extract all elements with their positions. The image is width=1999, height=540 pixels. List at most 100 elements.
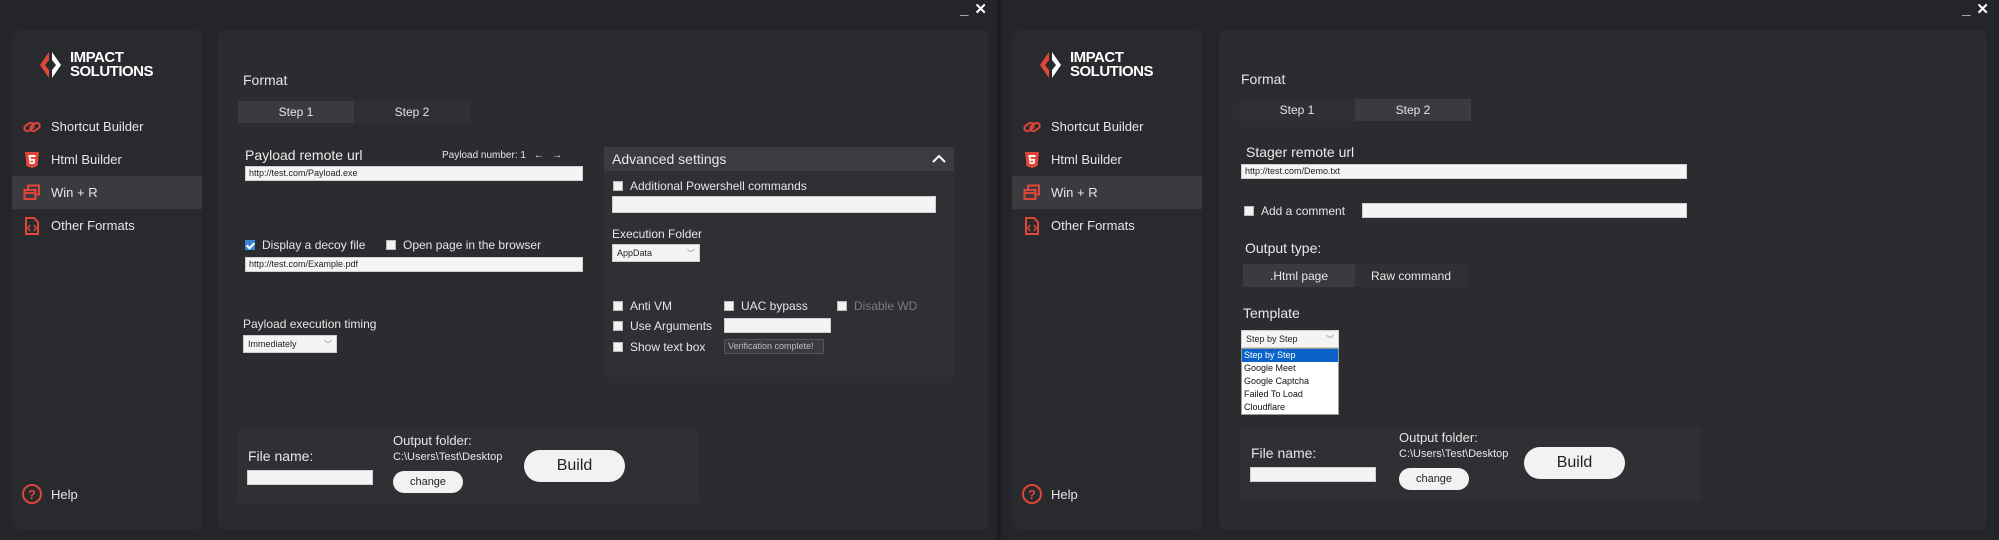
open-page-checkbox[interactable]: Open page in the browser — [386, 238, 541, 252]
sidebar-item-shortcut-builder[interactable]: Shortcut Builder — [12, 110, 202, 143]
help-link[interactable]: ? Help — [22, 484, 78, 504]
file-name-input[interactable] — [1250, 467, 1376, 482]
disable-wd-checkbox[interactable]: Disable WD — [837, 299, 917, 313]
tab-step-2[interactable]: Step 2 — [1355, 99, 1471, 121]
brand-logo: IMPACT SOLUTIONS — [38, 50, 154, 80]
minimize-button[interactable]: _ — [960, 1, 974, 18]
minimize-button[interactable]: _ — [1962, 1, 1976, 18]
timing-value: Immediately — [248, 339, 297, 349]
use-arguments-label: Use Arguments — [630, 319, 713, 333]
checkbox-icon — [1244, 206, 1254, 216]
arrow-right-icon[interactable]: → — [552, 150, 562, 161]
advanced-settings-panel: Advanced settings Additional Powershell … — [604, 147, 954, 377]
chevron-down-icon: ﹀ — [324, 339, 332, 349]
decoy-checkbox[interactable]: Display a decoy file — [245, 238, 365, 252]
sidebar-item-label: Other Formats — [51, 218, 135, 233]
logo-mark-icon — [38, 50, 64, 80]
advanced-settings-header[interactable]: Advanced settings — [604, 147, 954, 171]
decoy-url-input[interactable]: http://test.com/Example.pdf — [245, 257, 583, 272]
close-button[interactable]: ✕ — [1976, 1, 1995, 18]
sidebar: IMPACT SOLUTIONS Shortcut Builder Html Bu… — [12, 30, 202, 530]
comment-checkbox[interactable]: Add a comment — [1244, 204, 1345, 218]
windows-run-icon — [22, 183, 42, 203]
sidebar-item-label: Shortcut Builder — [1051, 119, 1144, 134]
checkbox-icon — [724, 301, 734, 311]
sidebar-item-html-builder[interactable]: Html Builder — [1012, 143, 1202, 176]
comment-input[interactable] — [1362, 203, 1687, 218]
decoy-label: Display a decoy file — [262, 238, 366, 252]
payload-url-label: Payload remote url — [245, 147, 363, 163]
checkbox-icon — [613, 181, 623, 191]
sidebar-item-other-formats[interactable]: Other Formats — [12, 209, 202, 242]
output-type-html[interactable]: .Html page — [1243, 264, 1355, 287]
tab-step-2[interactable]: Step 2 — [354, 101, 470, 123]
format-title: Format — [1241, 71, 1286, 87]
exec-folder-select[interactable]: AppData ﹀ — [612, 244, 700, 262]
chevron-down-icon: ﹀ — [687, 248, 695, 258]
help-icon: ? — [22, 484, 42, 504]
arrow-left-icon[interactable]: ← — [534, 150, 544, 161]
sidebar-item-label: Win + R — [51, 185, 98, 200]
template-option[interactable]: Failed To Load — [1242, 388, 1338, 401]
checkbox-checked-icon — [245, 240, 255, 250]
uac-label: UAC bypass — [741, 299, 808, 313]
window-controls: _✕ — [960, 0, 993, 18]
use-arguments-checkbox[interactable]: Use Arguments — [613, 319, 712, 333]
exec-folder-label: Execution Folder — [612, 227, 703, 241]
close-button[interactable]: ✕ — [974, 1, 993, 18]
brand-line-2: SOLUTIONS — [70, 63, 154, 80]
arguments-input[interactable] — [724, 318, 831, 333]
payload-url-input[interactable]: http://test.com/Payload.exe — [245, 166, 583, 181]
open-page-label: Open page in the browser — [403, 238, 542, 252]
change-folder-button[interactable]: change — [1399, 468, 1469, 490]
file-name-input[interactable] — [247, 470, 373, 485]
help-link[interactable]: ? Help — [1022, 484, 1078, 504]
text-box-input[interactable]: Verification complete! — [724, 339, 824, 354]
html5-icon — [22, 150, 42, 170]
build-panel: File name: Output folder: C:\Users\Test\… — [238, 430, 698, 504]
build-panel: File name: Output folder: C:\Users\Test\… — [1241, 427, 1701, 501]
show-text-box-checkbox[interactable]: Show text box — [613, 340, 705, 354]
help-label: Help — [51, 486, 78, 502]
chevron-up-icon[interactable] — [932, 151, 946, 167]
sidebar-item-shortcut-builder[interactable]: Shortcut Builder — [1012, 110, 1202, 143]
anti-vm-checkbox[interactable]: Anti VM — [613, 299, 672, 313]
sidebar-item-label: Win + R — [1051, 185, 1098, 200]
anti-vm-label: Anti VM — [630, 299, 673, 313]
build-button[interactable]: Build — [1524, 447, 1625, 479]
brand-logo: IMPACT SOLUTIONS — [1038, 50, 1154, 80]
output-type-label: Output type: — [1245, 240, 1322, 256]
tab-step-1[interactable]: Step 1 — [1239, 99, 1355, 121]
output-folder-label: Output folder: — [393, 433, 472, 448]
change-folder-button[interactable]: change — [393, 471, 463, 493]
build-button[interactable]: Build — [524, 450, 625, 482]
format-title: Format — [243, 72, 288, 88]
advanced-settings-title: Advanced settings — [612, 151, 727, 167]
sidebar-item-label: Html Builder — [1051, 152, 1122, 167]
left-window: _✕ IMPACT SOLUTIONS Shortcut Builder Html… — [0, 0, 997, 540]
output-type-raw[interactable]: Raw command — [1355, 264, 1467, 287]
sidebar-item-win-r[interactable]: Win + R — [1012, 176, 1202, 209]
chevron-down-icon: ﹀ — [1326, 334, 1334, 344]
template-option[interactable]: Google Meet — [1242, 362, 1338, 375]
checkbox-icon — [386, 240, 396, 250]
template-option[interactable]: Google Captcha — [1242, 375, 1338, 388]
checkbox-icon — [837, 301, 847, 311]
timing-select[interactable]: Immediately ﹀ — [243, 335, 337, 353]
sidebar-item-html-builder[interactable]: Html Builder — [12, 143, 202, 176]
template-value: Step by Step — [1246, 334, 1298, 344]
powershell-input[interactable] — [612, 196, 936, 213]
window-controls: _✕ — [1962, 0, 1995, 18]
powershell-checkbox[interactable]: Additional Powershell commands — [613, 179, 807, 193]
template-option[interactable]: Step by Step — [1242, 349, 1338, 362]
uac-checkbox[interactable]: UAC bypass — [724, 299, 808, 313]
template-select[interactable]: Step by Step ﹀ — [1241, 330, 1339, 348]
sidebar-item-other-formats[interactable]: Other Formats — [1012, 209, 1202, 242]
sidebar-item-win-r[interactable]: Win + R — [12, 176, 202, 209]
right-window: _✕ IMPACT SOLUTIONS Shortcut Builder Html… — [1001, 0, 1999, 540]
template-option[interactable]: Cloudflare — [1242, 401, 1338, 414]
sidebar-item-label: Html Builder — [51, 152, 122, 167]
html5-icon — [1022, 150, 1042, 170]
stager-url-input[interactable]: http://test.com/Demo.txt — [1241, 164, 1687, 179]
tab-step-1[interactable]: Step 1 — [238, 101, 354, 123]
